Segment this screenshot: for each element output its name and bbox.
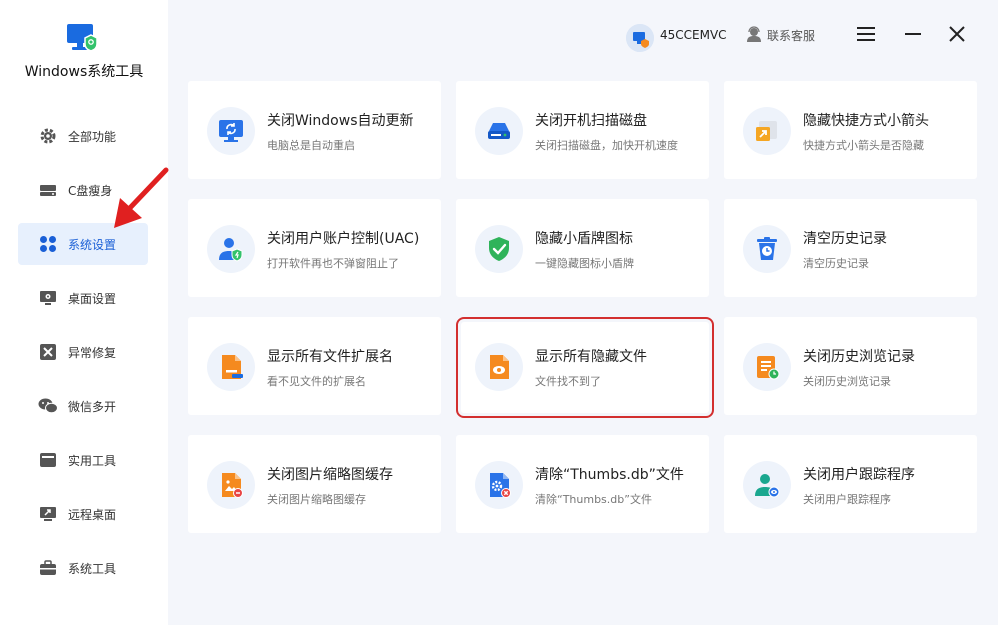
sidebar-item-desktop-settings[interactable]: 桌面设置 [18,277,148,319]
card-disable-boot-disk-scan[interactable]: 关闭开机扫描磁盘 关闭扫描磁盘，加快开机速度 [456,81,709,179]
card-show-hidden-files[interactable]: 显示所有隐藏文件 文件找不到了 [456,317,714,418]
card-subtitle: 清空历史记录 [803,257,869,270]
card-clear-thumbs-db[interactable]: 清除“Thumbs.db”文件 清除“Thumbs.db”文件 [456,435,709,533]
app-logo-icon [67,24,98,52]
file-gear-icon [475,461,523,509]
sidebar-item-label: 系统设置 [68,237,117,252]
sidebar-item-label: 桌面设置 [68,291,117,306]
card-title: 清除“Thumbs.db”文件 [535,467,684,483]
card-subtitle: 清除“Thumbs.db”文件 [535,493,652,506]
app-title: Windows系统工具 [24,64,144,80]
card-show-file-extensions[interactable]: 显示所有文件扩展名 看不见文件的扩展名 [188,317,441,415]
drive-icon [38,180,58,200]
sidebar-item-label: C盘瘦身 [68,183,113,198]
card-title: 关闭用户跟踪程序 [803,467,915,483]
card-title: 隐藏小盾牌图标 [535,231,633,247]
card-subtitle: 电脑总是自动重启 [267,139,355,152]
card-hide-shortcut-arrow[interactable]: 隐藏快捷方式小箭头 快捷方式小箭头是否隐藏 [724,81,977,179]
card-disable-windows-update[interactable]: 关闭Windows自动更新 电脑总是自动重启 [188,81,441,179]
sidebar-item-remote-desktop[interactable]: 远程桌面 [18,493,148,535]
toolbox-icon [38,450,58,470]
shortcut-arrow-icon [743,107,791,155]
card-disable-uac[interactable]: 关闭用户账户控制(UAC) 打开软件再也不弹窗阻止了 [188,199,441,297]
briefcase-icon [38,558,58,578]
card-disable-user-tracking[interactable]: 关闭用户跟踪程序 关闭用户跟踪程序 [724,435,977,533]
sidebar-item-label: 系统工具 [68,561,117,576]
username[interactable]: 45CCEMVC [660,28,727,42]
card-clear-history[interactable]: 清空历史记录 清空历史记录 [724,199,977,297]
document-clock-icon [743,343,791,391]
customer-service-link[interactable]: 联系客服 [767,27,815,44]
card-title: 清空历史记录 [803,231,887,247]
card-title: 关闭Windows自动更新 [267,113,414,129]
file-extension-icon [207,343,255,391]
card-subtitle: 文件找不到了 [535,375,601,388]
card-disable-thumbnail-cache[interactable]: 关闭图片缩略图缓存 关闭图片缩略图缓存 [188,435,441,533]
customer-service-icon[interactable] [746,26,762,42]
gear-icon [38,126,58,146]
card-title: 显示所有隐藏文件 [535,349,647,365]
close-icon[interactable] [947,24,967,44]
sidebar-item-label: 远程桌面 [68,507,117,522]
wechat-icon [38,396,58,416]
sidebar-item-all-functions[interactable]: 全部功能 [18,115,148,157]
avatar[interactable] [626,24,654,52]
sidebar-item-repair[interactable]: 异常修复 [18,331,148,373]
card-subtitle: 关闭图片缩略图缓存 [267,493,366,506]
sidebar-item-label: 微信多开 [68,399,117,414]
card-title: 关闭开机扫描磁盘 [535,113,647,129]
card-subtitle: 关闭扫描磁盘，加快开机速度 [535,139,678,152]
monitor-refresh-icon [207,107,255,155]
sidebar-item-label: 全部功能 [68,129,117,144]
card-subtitle: 关闭历史浏览记录 [803,375,891,388]
sidebar-item-label: 实用工具 [68,453,117,468]
card-subtitle: 一键隐藏图标小盾牌 [535,257,634,270]
sidebar-item-wechat[interactable]: 微信多开 [18,385,148,427]
card-title: 关闭图片缩略图缓存 [267,467,393,483]
sidebar-item-utilities[interactable]: 实用工具 [18,439,148,481]
shield-check-icon [475,225,523,273]
user-shield-icon [207,225,255,273]
sidebar-item-label: 异常修复 [68,345,117,360]
red-arrow-icon [114,167,169,228]
card-title: 显示所有文件扩展名 [267,349,393,365]
card-subtitle: 快捷方式小箭头是否隐藏 [803,139,924,152]
card-title: 关闭历史浏览记录 [803,349,915,365]
card-subtitle: 关闭用户跟踪程序 [803,493,891,506]
trash-clock-icon [743,225,791,273]
sidebar: Windows系统工具 全部功能 C盘瘦身 系统设置 桌面设置 异常修复 微信多… [0,0,168,625]
card-disable-browsing-history[interactable]: 关闭历史浏览记录 关闭历史浏览记录 [724,317,977,415]
minimize-icon[interactable] [903,24,923,44]
user-eye-icon [743,461,791,509]
card-title: 关闭用户账户控制(UAC) [267,231,420,247]
card-subtitle: 看不见文件的扩展名 [267,375,366,388]
monitor-settings-icon [38,288,58,308]
image-file-icon [207,461,255,509]
card-hide-shield-icon[interactable]: 隐藏小盾牌图标 一键隐藏图标小盾牌 [456,199,709,297]
card-title: 隐藏快捷方式小箭头 [803,113,929,129]
disk-scan-icon [475,107,523,155]
wrench-icon [38,342,58,362]
sidebar-item-system-tools[interactable]: 系统工具 [18,547,148,589]
card-subtitle: 打开软件再也不弹窗阻止了 [267,257,399,270]
grid-icon [38,234,58,254]
remote-desktop-icon [38,504,58,524]
file-eye-icon [475,343,523,391]
menu-icon[interactable] [856,24,876,44]
